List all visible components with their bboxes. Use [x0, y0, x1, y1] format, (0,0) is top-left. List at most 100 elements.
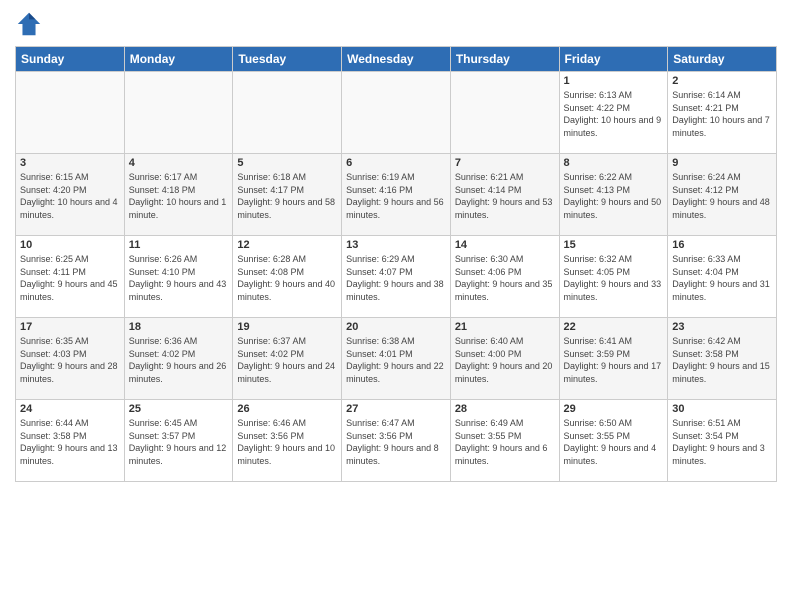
- day-info: Sunrise: 6:50 AM Sunset: 3:55 PM Dayligh…: [564, 417, 664, 467]
- calendar-cell: 27 Sunrise: 6:47 AM Sunset: 3:56 PM Dayli…: [342, 400, 451, 482]
- calendar-cell: 1 Sunrise: 6:13 AM Sunset: 4:22 PM Daylig…: [559, 72, 668, 154]
- day-info: Sunrise: 6:49 AM Sunset: 3:55 PM Dayligh…: [455, 417, 555, 467]
- day-info: Sunrise: 6:38 AM Sunset: 4:01 PM Dayligh…: [346, 335, 446, 385]
- calendar-cell: 29Sunrise: 6:50 AM Sunset: 3:55 PM Dayli…: [559, 400, 668, 482]
- calendar-week-5: 24 Sunrise: 6:44 AM Sunset: 3:58 PM Dayli…: [16, 400, 777, 482]
- day-info: Sunrise: 6:44 AM Sunset: 3:58 PM Dayligh…: [20, 417, 120, 467]
- calendar-cell: 23 Sunrise: 6:42 AM Sunset: 3:58 PM Dayli…: [668, 318, 777, 400]
- day-info: Sunrise: 6:26 AM Sunset: 4:10 PM Dayligh…: [129, 253, 229, 303]
- calendar-header-wednesday: Wednesday: [342, 47, 451, 72]
- day-number: 27: [346, 403, 446, 415]
- day-number: 25: [129, 403, 229, 415]
- day-number: 20: [346, 321, 446, 333]
- day-number: 8: [564, 157, 664, 169]
- day-info: Sunrise: 6:45 AM Sunset: 3:57 PM Dayligh…: [129, 417, 229, 467]
- calendar-cell: 7 Sunrise: 6:21 AM Sunset: 4:14 PM Daylig…: [450, 154, 559, 236]
- day-info: Sunrise: 6:18 AM Sunset: 4:17 PM Dayligh…: [237, 171, 337, 221]
- day-info: Sunrise: 6:32 AM Sunset: 4:05 PM Dayligh…: [564, 253, 664, 303]
- calendar-cell: 20 Sunrise: 6:38 AM Sunset: 4:01 PM Dayli…: [342, 318, 451, 400]
- page-header: [15, 10, 777, 38]
- day-number: 16: [672, 239, 772, 251]
- day-number: 1: [564, 75, 664, 87]
- calendar-cell: [450, 72, 559, 154]
- calendar-header-thursday: Thursday: [450, 47, 559, 72]
- day-number: 19: [237, 321, 337, 333]
- day-number: 30: [672, 403, 772, 415]
- day-info: Sunrise: 6:14 AM Sunset: 4:21 PM Dayligh…: [672, 89, 772, 139]
- day-info: Sunrise: 6:35 AM Sunset: 4:03 PM Dayligh…: [20, 335, 120, 385]
- day-number: 21: [455, 321, 555, 333]
- day-info: Sunrise: 6:15 AM Sunset: 4:20 PM Dayligh…: [20, 171, 120, 221]
- day-number: 14: [455, 239, 555, 251]
- day-number: 4: [129, 157, 229, 169]
- calendar-table: SundayMondayTuesdayWednesdayThursdayFrid…: [15, 46, 777, 482]
- day-info: Sunrise: 6:28 AM Sunset: 4:08 PM Dayligh…: [237, 253, 337, 303]
- calendar-cell: 2 Sunrise: 6:14 AM Sunset: 4:21 PM Daylig…: [668, 72, 777, 154]
- calendar-cell: 12 Sunrise: 6:28 AM Sunset: 4:08 PM Dayli…: [233, 236, 342, 318]
- calendar-cell: 9 Sunrise: 6:24 AM Sunset: 4:12 PM Daylig…: [668, 154, 777, 236]
- day-number: 7: [455, 157, 555, 169]
- calendar-cell: 13Sunrise: 6:29 AM Sunset: 4:07 PM Dayli…: [342, 236, 451, 318]
- day-info: Sunrise: 6:29 AM Sunset: 4:07 PM Dayligh…: [346, 253, 446, 303]
- day-number: 12: [237, 239, 337, 251]
- calendar-week-2: 3 Sunrise: 6:15 AM Sunset: 4:20 PM Daylig…: [16, 154, 777, 236]
- calendar-cell: 22 Sunrise: 6:41 AM Sunset: 3:59 PM Dayli…: [559, 318, 668, 400]
- calendar-header-row: SundayMondayTuesdayWednesdayThursdayFrid…: [16, 47, 777, 72]
- day-info: Sunrise: 6:30 AM Sunset: 4:06 PM Dayligh…: [455, 253, 555, 303]
- day-number: 6: [346, 157, 446, 169]
- day-number: 3: [20, 157, 120, 169]
- calendar-cell: 30Sunrise: 6:51 AM Sunset: 3:54 PM Dayli…: [668, 400, 777, 482]
- calendar-cell: 15 Sunrise: 6:32 AM Sunset: 4:05 PM Dayli…: [559, 236, 668, 318]
- calendar-cell: 21 Sunrise: 6:40 AM Sunset: 4:00 PM Dayli…: [450, 318, 559, 400]
- calendar-cell: 16 Sunrise: 6:33 AM Sunset: 4:04 PM Dayli…: [668, 236, 777, 318]
- day-info: Sunrise: 6:13 AM Sunset: 4:22 PM Dayligh…: [564, 89, 664, 139]
- page-container: SundayMondayTuesdayWednesdayThursdayFrid…: [0, 0, 792, 492]
- day-number: 28: [455, 403, 555, 415]
- calendar-cell: 28 Sunrise: 6:49 AM Sunset: 3:55 PM Dayli…: [450, 400, 559, 482]
- calendar-header-tuesday: Tuesday: [233, 47, 342, 72]
- calendar-header-friday: Friday: [559, 47, 668, 72]
- day-number: 5: [237, 157, 337, 169]
- day-number: 15: [564, 239, 664, 251]
- calendar-cell: 14 Sunrise: 6:30 AM Sunset: 4:06 PM Dayli…: [450, 236, 559, 318]
- calendar-header-monday: Monday: [124, 47, 233, 72]
- calendar-cell: 24 Sunrise: 6:44 AM Sunset: 3:58 PM Dayli…: [16, 400, 125, 482]
- day-number: 9: [672, 157, 772, 169]
- day-info: Sunrise: 6:40 AM Sunset: 4:00 PM Dayligh…: [455, 335, 555, 385]
- day-info: Sunrise: 6:19 AM Sunset: 4:16 PM Dayligh…: [346, 171, 446, 221]
- calendar-cell: 10Sunrise: 6:25 AM Sunset: 4:11 PM Dayli…: [16, 236, 125, 318]
- calendar-cell: 3 Sunrise: 6:15 AM Sunset: 4:20 PM Daylig…: [16, 154, 125, 236]
- day-info: Sunrise: 6:33 AM Sunset: 4:04 PM Dayligh…: [672, 253, 772, 303]
- day-number: 23: [672, 321, 772, 333]
- calendar-cell: 19 Sunrise: 6:37 AM Sunset: 4:02 PM Dayli…: [233, 318, 342, 400]
- day-info: Sunrise: 6:22 AM Sunset: 4:13 PM Dayligh…: [564, 171, 664, 221]
- day-number: 26: [237, 403, 337, 415]
- calendar-cell: 6 Sunrise: 6:19 AM Sunset: 4:16 PM Daylig…: [342, 154, 451, 236]
- calendar-cell: 11 Sunrise: 6:26 AM Sunset: 4:10 PM Dayli…: [124, 236, 233, 318]
- day-number: 24: [20, 403, 120, 415]
- day-number: 22: [564, 321, 664, 333]
- logo-icon: [15, 10, 43, 38]
- calendar-cell: [16, 72, 125, 154]
- calendar-cell: 5 Sunrise: 6:18 AM Sunset: 4:17 PM Daylig…: [233, 154, 342, 236]
- day-info: Sunrise: 6:37 AM Sunset: 4:02 PM Dayligh…: [237, 335, 337, 385]
- day-info: Sunrise: 6:24 AM Sunset: 4:12 PM Dayligh…: [672, 171, 772, 221]
- day-info: Sunrise: 6:21 AM Sunset: 4:14 PM Dayligh…: [455, 171, 555, 221]
- calendar-cell: 8 Sunrise: 6:22 AM Sunset: 4:13 PM Daylig…: [559, 154, 668, 236]
- calendar-header-sunday: Sunday: [16, 47, 125, 72]
- day-number: 10: [20, 239, 120, 251]
- logo: [15, 10, 47, 38]
- calendar-cell: 4Sunrise: 6:17 AM Sunset: 4:18 PM Daylig…: [124, 154, 233, 236]
- calendar-cell: [342, 72, 451, 154]
- day-info: Sunrise: 6:46 AM Sunset: 3:56 PM Dayligh…: [237, 417, 337, 467]
- day-info: Sunrise: 6:36 AM Sunset: 4:02 PM Dayligh…: [129, 335, 229, 385]
- calendar-cell: 17 Sunrise: 6:35 AM Sunset: 4:03 PM Dayli…: [16, 318, 125, 400]
- day-number: 18: [129, 321, 229, 333]
- day-number: 2: [672, 75, 772, 87]
- day-number: 11: [129, 239, 229, 251]
- day-number: 17: [20, 321, 120, 333]
- day-info: Sunrise: 6:47 AM Sunset: 3:56 PM Dayligh…: [346, 417, 446, 467]
- calendar-cell: [233, 72, 342, 154]
- day-info: Sunrise: 6:41 AM Sunset: 3:59 PM Dayligh…: [564, 335, 664, 385]
- day-info: Sunrise: 6:42 AM Sunset: 3:58 PM Dayligh…: [672, 335, 772, 385]
